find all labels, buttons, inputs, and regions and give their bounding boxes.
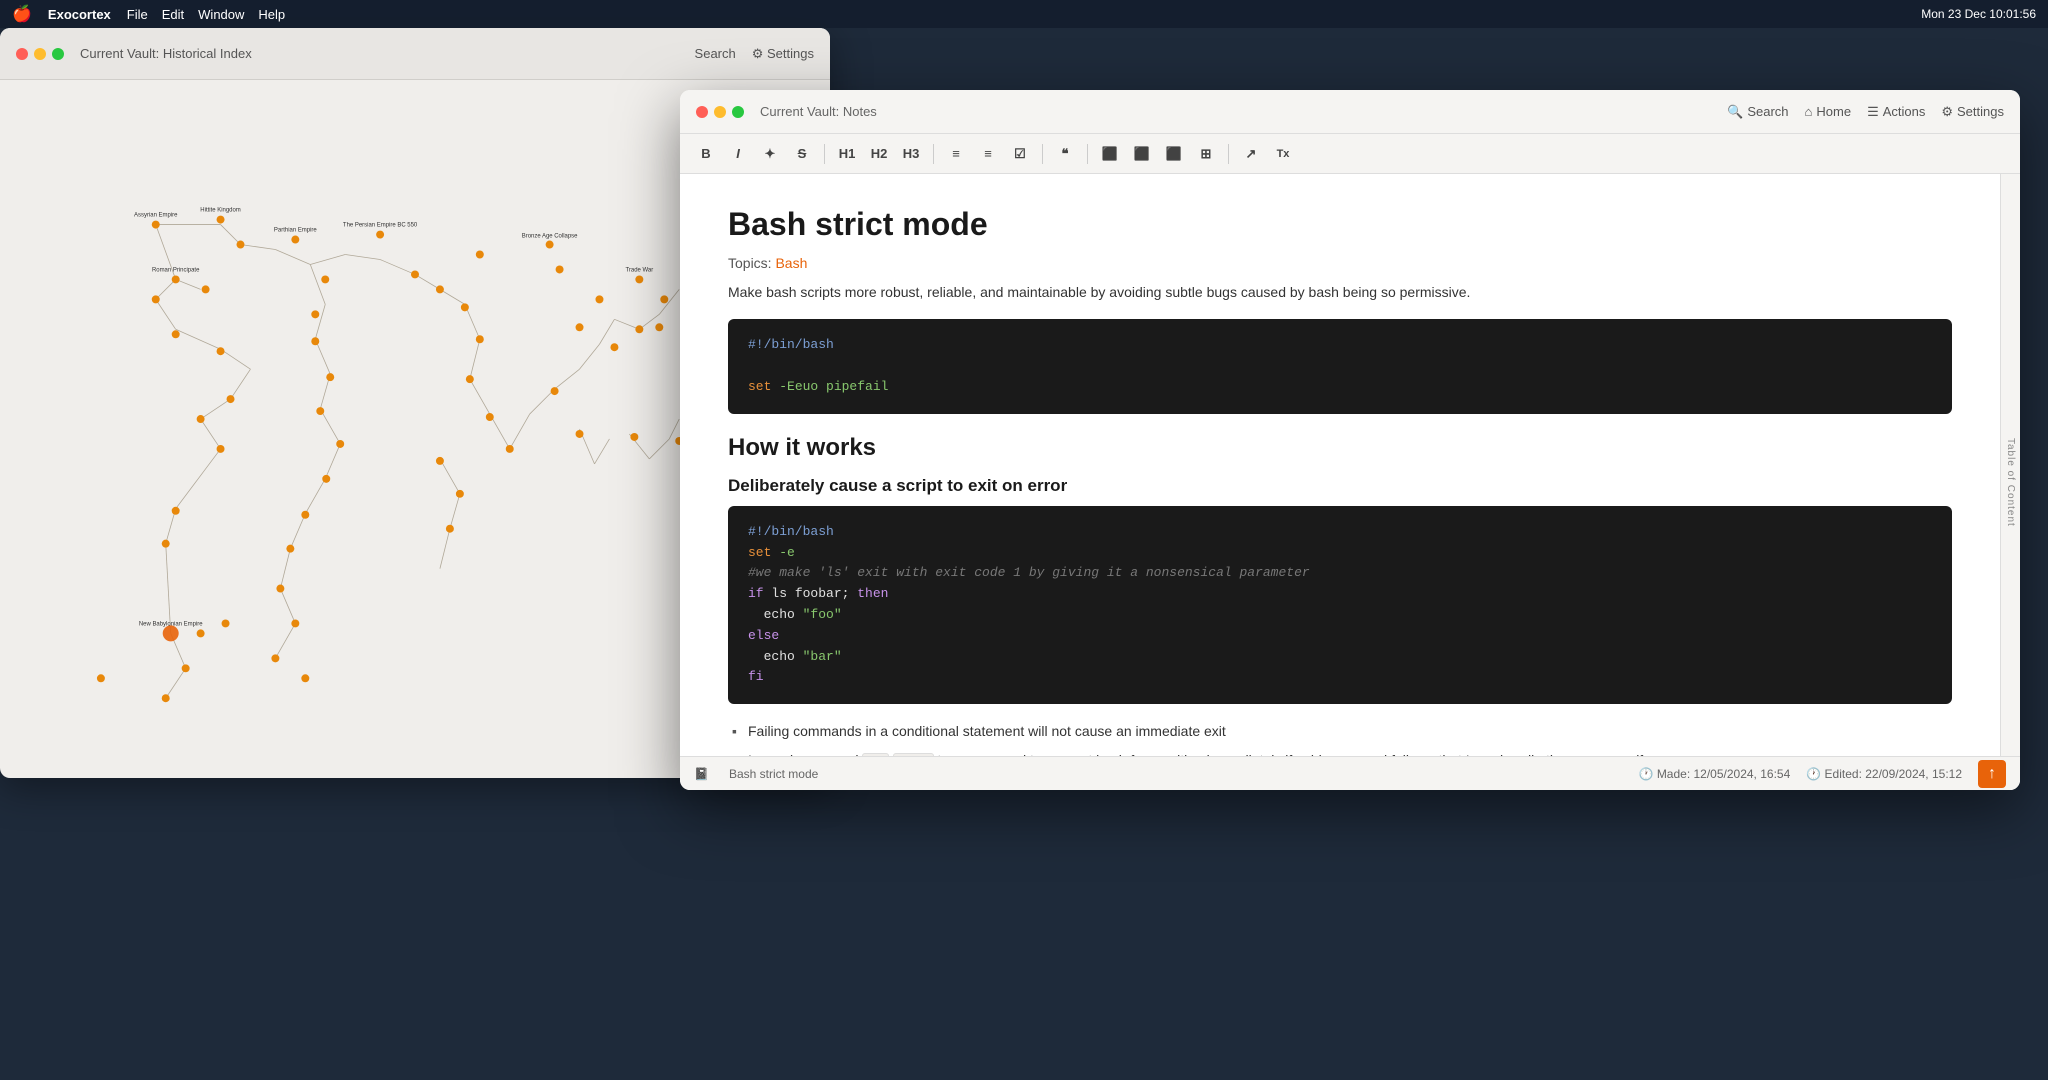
menu-edit[interactable]: Edit [162, 7, 184, 22]
bg-minimize-button[interactable] [34, 48, 46, 60]
h1-button[interactable]: H1 [833, 140, 861, 168]
status-edited: 🕐 Edited: 22/09/2024, 15:12 [1806, 767, 1962, 781]
blockquote-button[interactable]: ❝ [1051, 140, 1079, 168]
section-exit-on-error: Deliberately cause a script to exit on e… [728, 476, 1952, 496]
bullet-item: I can also append || true to a command t… [728, 749, 1952, 756]
graph-nodes[interactable] [97, 216, 693, 703]
svg-text:Roman Principate: Roman Principate [152, 267, 200, 273]
svg-text:Hittite Kingdom: Hittite Kingdom [200, 208, 241, 214]
fg-home-button[interactable]: ⌂ Home [1805, 104, 1852, 119]
toolbar-separator-3 [1042, 144, 1043, 164]
fg-maximize-button[interactable] [732, 106, 744, 118]
apple-menu[interactable]: 🍎 [12, 4, 32, 24]
bg-settings-button[interactable]: ⚙ Settings [752, 46, 814, 62]
topic-tag[interactable]: Bash [775, 255, 807, 271]
fg-minimize-button[interactable] [714, 106, 726, 118]
bg-traffic-lights [16, 48, 64, 60]
menu-file[interactable]: File [127, 7, 148, 22]
align-right-button[interactable]: ⬛ [1160, 140, 1188, 168]
doc-description: Make bash scripts more robust, reliable,… [728, 281, 1952, 303]
fg-nav: 🔍 Search ⌂ Home ☰ Actions ⚙ Settings [1727, 104, 2004, 120]
menu-window[interactable]: Window [198, 7, 244, 22]
bg-search-button[interactable]: Search [695, 46, 736, 62]
bullet-item: Failing commands in a conditional statem… [728, 720, 1952, 742]
menubar: 🍎 Exocortex File Edit Window Help Mon 23… [0, 0, 2048, 28]
notes-window: Current Vault: Notes 🔍 Search ⌂ Home ☰ A… [680, 90, 2020, 790]
svg-text:Parthian Empire: Parthian Empire [274, 228, 317, 234]
strikethrough-button[interactable]: S [788, 140, 816, 168]
content-area[interactable]: Bash strict mode Topics: Bash Make bash … [680, 174, 2000, 756]
notebook-icon: 📓 [694, 767, 709, 781]
align-center-button[interactable]: ⬛ [1128, 140, 1156, 168]
insert-link-button[interactable]: ↗ [1237, 140, 1265, 168]
svg-text:Bronze Age Collapse: Bronze Age Collapse [522, 234, 578, 240]
svg-text:The Persian Empire BC 550: The Persian Empire BC 550 [343, 223, 418, 229]
indent-button[interactable]: ⊞ [1192, 140, 1220, 168]
bg-close-button[interactable] [16, 48, 28, 60]
code-block-1: #!/bin/bash set -Eeuo pipefail [728, 319, 1952, 413]
code-block-2: #!/bin/bash set -e #we make 'ls' exit wi… [728, 506, 1952, 704]
align-left-button[interactable]: ⬛ [1096, 140, 1124, 168]
fg-titlebar: Current Vault: Notes 🔍 Search ⌂ Home ☰ A… [680, 90, 2020, 134]
italic-button[interactable]: I [724, 140, 752, 168]
fg-settings-button[interactable]: ⚙ Settings [1941, 104, 2004, 120]
menubar-time: Mon 23 Dec 10:01:56 [1921, 7, 2036, 21]
status-made: 🕐 Made: 12/05/2024, 16:54 [1639, 767, 1791, 781]
status-note-name: Bash strict mode [729, 767, 818, 781]
fg-actions-button[interactable]: ☰ Actions [1867, 104, 1925, 120]
bg-titlebar: Current Vault: Historical Index Search ⚙… [0, 28, 830, 80]
toolbar-separator-2 [933, 144, 934, 164]
svg-text:Trade War: Trade War [625, 267, 653, 273]
section-how-it-works: How it works [728, 434, 1952, 462]
fg-close-button[interactable] [696, 106, 708, 118]
bg-window-title: Current Vault: Historical Index [80, 46, 252, 61]
fg-traffic-lights [696, 106, 744, 118]
checklist-button[interactable]: ☑ [1006, 140, 1034, 168]
doc-topics: Topics: Bash [728, 255, 1952, 271]
bullet-list-1: Failing commands in a conditional statem… [728, 720, 1952, 756]
highlight-button[interactable]: ✦ [756, 140, 784, 168]
svg-text:New Babylonian Empire: New Babylonian Empire [139, 621, 203, 627]
app-name: Exocortex [48, 7, 111, 22]
toolbar-separator-5 [1228, 144, 1229, 164]
bold-button[interactable]: B [692, 140, 720, 168]
fg-search-button[interactable]: 🔍 Search [1727, 104, 1788, 120]
doc-title: Bash strict mode [728, 206, 1952, 243]
unordered-list-button[interactable]: ≡ [942, 140, 970, 168]
svg-text:Assyrian Empire: Assyrian Empire [134, 213, 178, 219]
toolbar-separator-4 [1087, 144, 1088, 164]
status-action-button[interactable]: ↑ [1978, 760, 2006, 788]
h2-button[interactable]: H2 [865, 140, 893, 168]
toc-sidebar[interactable]: Table of Content [2000, 174, 2020, 790]
ordered-list-button[interactable]: ≡ [974, 140, 1002, 168]
toolbar-separator-1 [824, 144, 825, 164]
bg-maximize-button[interactable] [52, 48, 64, 60]
fg-vault-label: Current Vault: Notes [760, 104, 877, 119]
clear-format-button[interactable]: Tx [1269, 140, 1297, 168]
h3-button[interactable]: H3 [897, 140, 925, 168]
toc-label: Table of Content [2005, 438, 2016, 527]
menu-help[interactable]: Help [258, 7, 285, 22]
graph-labels: Assyrian Empire Hittite Kingdom Parthian… [134, 208, 653, 628]
status-bar: 📓 Bash strict mode 🕐 Made: 12/05/2024, 1… [680, 756, 2020, 790]
formatting-toolbar: B I ✦ S H1 H2 H3 ≡ ≡ ☑ ❝ ⬛ ⬛ ⬛ ⊞ ↗ Tx [680, 134, 2020, 174]
